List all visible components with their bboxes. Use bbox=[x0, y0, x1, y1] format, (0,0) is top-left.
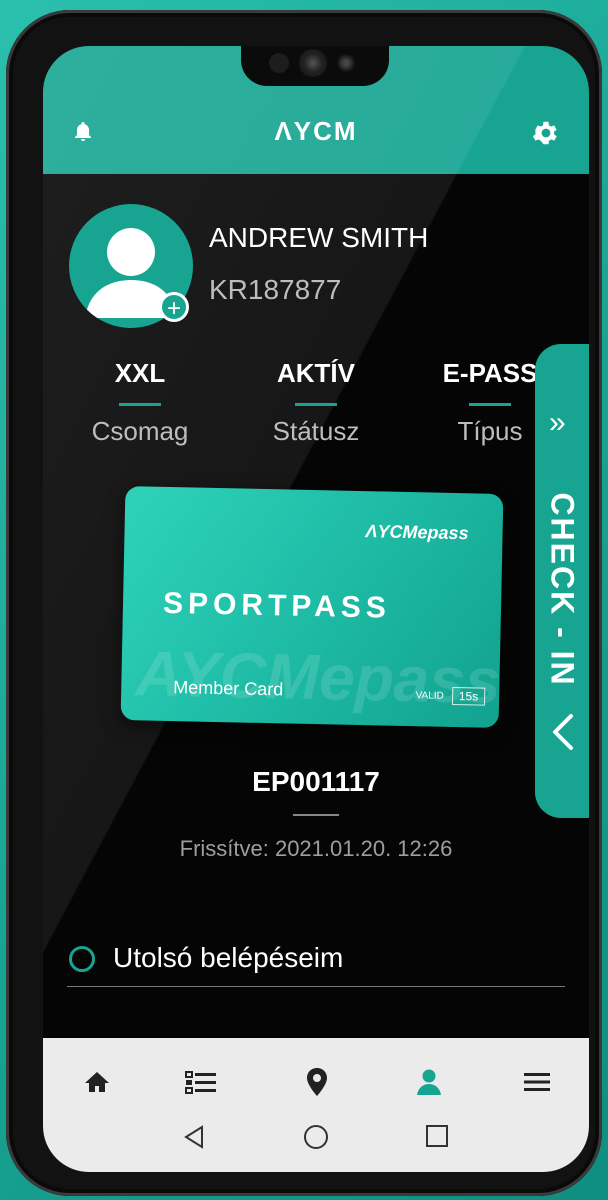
card-brand: ΛYCMepass bbox=[365, 521, 469, 544]
sensor-dot bbox=[269, 53, 289, 73]
card-valid: VALID 15s bbox=[415, 686, 486, 706]
card-valid-value: 15s bbox=[451, 686, 486, 706]
stat-value: AKTÍV bbox=[277, 358, 355, 388]
updated-timestamp: Frissítve: 2021.01.20. 12:26 bbox=[179, 836, 453, 861]
stat-label: Státusz bbox=[272, 416, 360, 446]
add-photo-icon[interactable]: + bbox=[159, 292, 189, 322]
card-title: SPORTPASS bbox=[162, 586, 392, 625]
nav-map[interactable] bbox=[299, 1064, 335, 1100]
front-camera-lens bbox=[299, 49, 327, 77]
back-icon[interactable] bbox=[183, 1124, 205, 1150]
app-screen: ΛYCM + ANDREW SMITH KR187877 XXL Csomag … bbox=[43, 46, 589, 1172]
pass-code: EP001117 bbox=[252, 766, 380, 797]
menu-icon bbox=[524, 1073, 550, 1091]
section-title: Utolsó belépéseim bbox=[113, 942, 344, 973]
check-in-drawer[interactable]: » CHECK - IN bbox=[535, 344, 589, 818]
profile-name: ANDREW SMITH bbox=[209, 222, 429, 253]
check-in-label-wrap: CHECK - IN bbox=[535, 464, 589, 714]
home-circle-icon[interactable] bbox=[303, 1124, 329, 1150]
stat-underline bbox=[469, 403, 511, 406]
camera-notch bbox=[241, 46, 389, 86]
location-pin-icon bbox=[307, 1068, 327, 1096]
stat-label: Csomag bbox=[91, 416, 189, 446]
stat-underline bbox=[295, 403, 337, 406]
circle-icon bbox=[69, 946, 95, 972]
nav-menu[interactable] bbox=[519, 1064, 555, 1100]
nav-home[interactable] bbox=[79, 1064, 115, 1100]
bottom-nav bbox=[43, 1038, 589, 1172]
divider bbox=[293, 814, 339, 816]
sportpass-card: AYCMepass ΛYCMepass SPORTPASS Member Car… bbox=[120, 486, 504, 728]
double-chevron-icon: » bbox=[549, 406, 566, 439]
stat-package: XXL Csomag bbox=[65, 358, 215, 447]
system-nav-bar bbox=[43, 1120, 589, 1160]
profile-icon bbox=[417, 1069, 441, 1095]
app-logo-title: ΛYCM bbox=[274, 116, 358, 146]
phone-frame: ΛYCM + ANDREW SMITH KR187877 XXL Csomag … bbox=[6, 10, 602, 1196]
stat-status: AKTÍV Státusz bbox=[241, 358, 391, 447]
nav-list[interactable] bbox=[183, 1064, 219, 1100]
list-icon bbox=[185, 1071, 216, 1094]
check-in-label: CHECK - IN bbox=[544, 491, 581, 687]
nav-profile[interactable] bbox=[411, 1064, 447, 1100]
profile-id: KR187877 bbox=[209, 274, 342, 305]
chevron-left-icon[interactable] bbox=[551, 712, 575, 752]
card-member-label: Member Card bbox=[173, 677, 284, 700]
front-camera-lens-small bbox=[337, 54, 355, 72]
card-valid-label: VALID bbox=[415, 689, 444, 702]
recent-entries-section[interactable]: Utolsó belépéseim bbox=[67, 942, 565, 987]
stat-value: XXL bbox=[114, 358, 166, 388]
home-icon bbox=[85, 1072, 109, 1092]
stat-underline bbox=[119, 403, 161, 406]
recents-icon[interactable] bbox=[425, 1124, 449, 1148]
